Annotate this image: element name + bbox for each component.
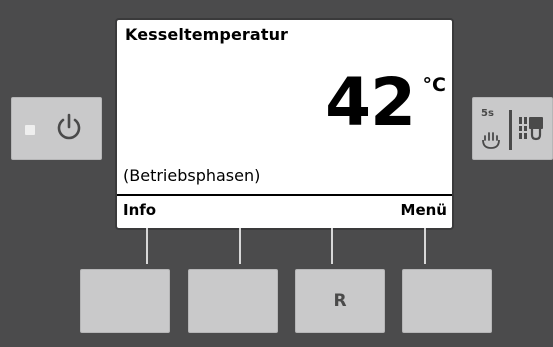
temperature-value: 42 [325, 64, 416, 141]
softkey-label-menu: Menü [400, 201, 447, 219]
operating-phase-text: (Betriebsphasen) [123, 166, 261, 185]
connector-line-1 [146, 228, 148, 264]
softkey-button-2[interactable] [188, 269, 278, 333]
manual-mode-button[interactable]: 5s [472, 97, 553, 160]
connector-line-3 [331, 228, 333, 264]
screen-divider [117, 194, 452, 196]
reset-button[interactable]: R [295, 269, 385, 333]
power-button[interactable] [11, 97, 102, 160]
boiler-tap-icon [519, 117, 543, 141]
display-screen: Kesseltemperatur 42 °C (Betriebsphasen) … [117, 20, 452, 228]
status-led-icon [25, 125, 35, 135]
hand-icon [482, 132, 500, 149]
connector-line-2 [239, 228, 241, 264]
softkey-label-info: Info [123, 201, 157, 219]
separator-line [509, 110, 512, 150]
connector-line-4 [424, 228, 426, 264]
softkey-button-4[interactable] [402, 269, 492, 333]
screen-title: Kesseltemperatur [125, 25, 289, 44]
power-icon [57, 113, 81, 140]
softkey-button-1[interactable] [80, 269, 170, 333]
control-panel: 5s Kesseltemperatur 42 °C (Betriebsphase… [0, 0, 553, 347]
temperature-unit: °C [422, 74, 446, 96]
